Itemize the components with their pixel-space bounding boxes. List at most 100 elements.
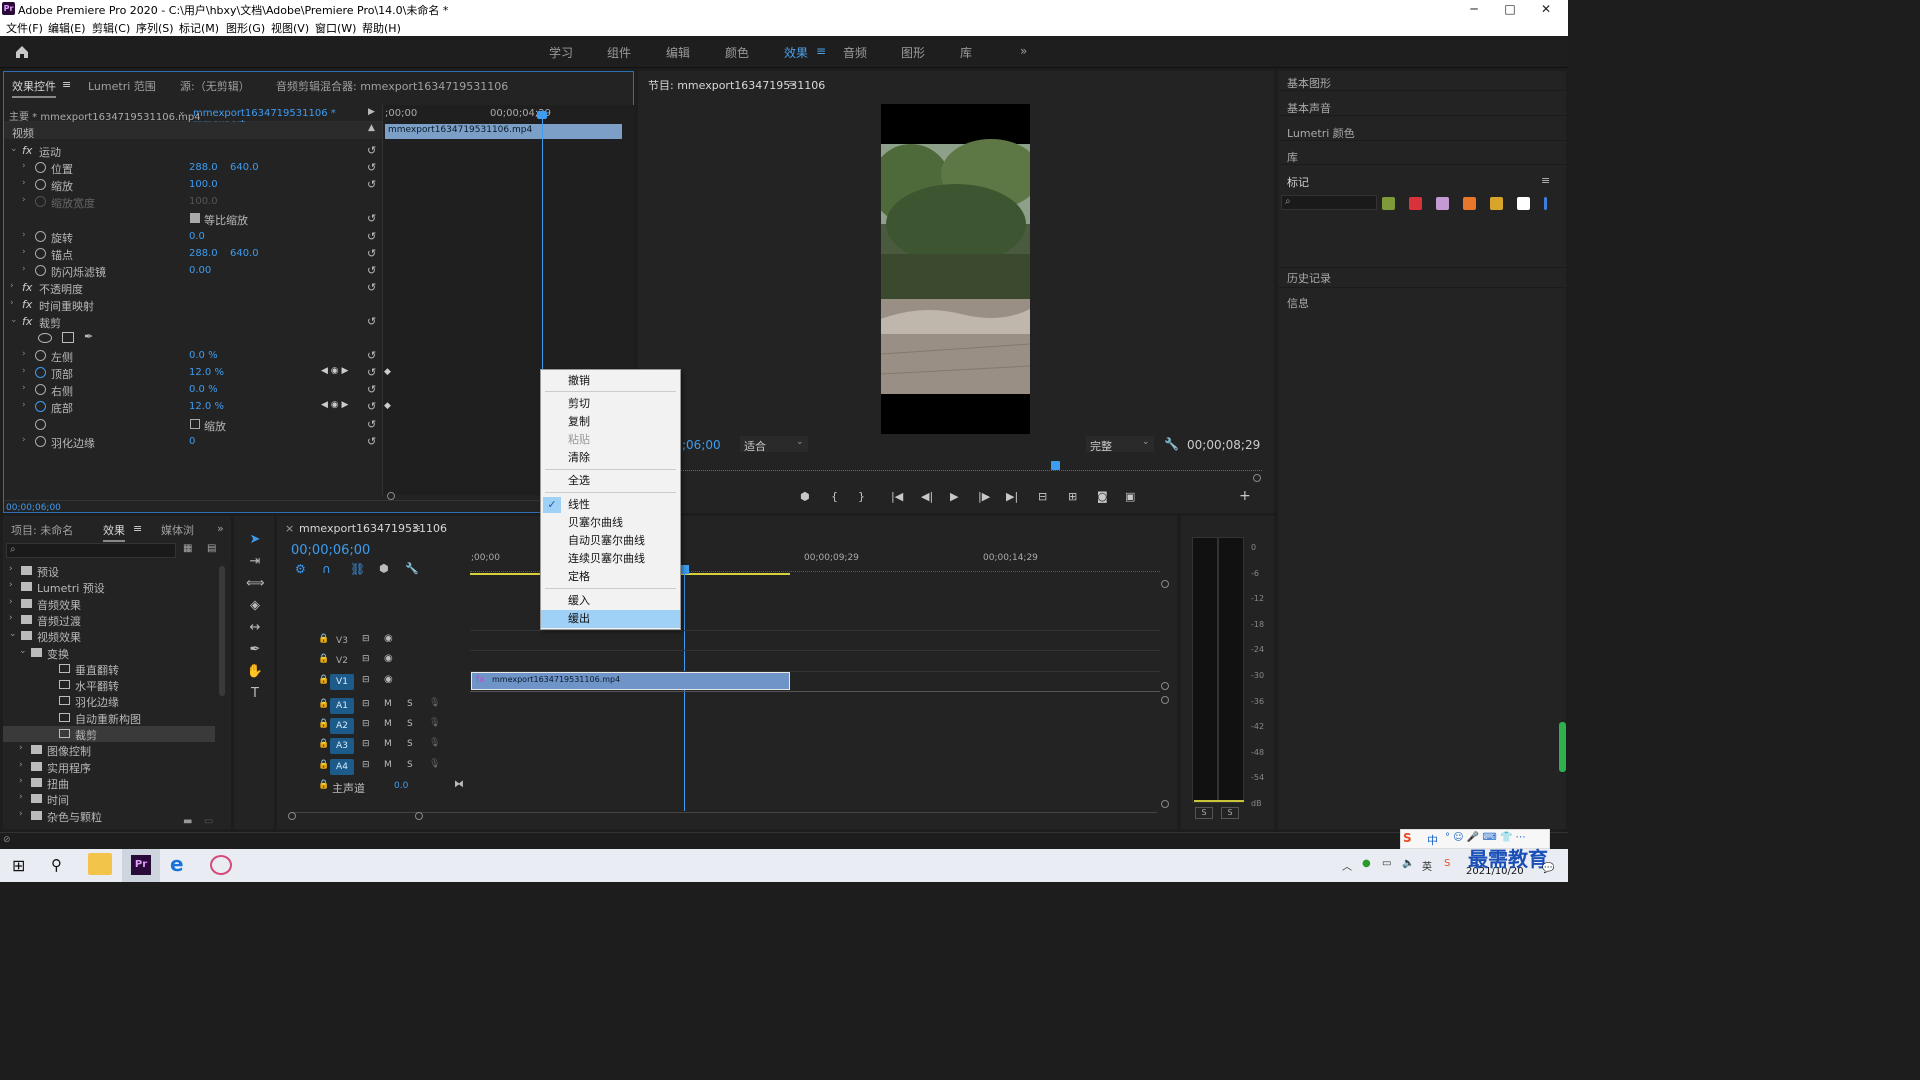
fx-icon[interactable]: fx [22,315,32,328]
context-menu-item[interactable]: 全选 [541,472,680,490]
zoom-handle[interactable] [387,492,395,500]
track-target-button[interactable]: A1 [330,698,354,714]
timeline-settings-icon[interactable]: 🔧 [405,562,419,575]
expand-chevron-icon[interactable]: › [22,400,26,410]
essential-sound-label[interactable]: 基本声音 [1287,100,1331,116]
context-menu-item[interactable]: 粘贴 [541,431,680,449]
track-target-button[interactable]: V1 [330,674,354,690]
folder-item[interactable]: › 时间 [3,791,215,807]
eye-icon[interactable]: ◉ [384,633,393,644]
markers-label[interactable]: 标记 [1287,174,1309,190]
ec-current-time[interactable]: 00;00;06;00 [6,503,61,513]
reset-icon[interactable]: ↺ [367,383,376,396]
tab-effects[interactable]: 效果 [103,522,125,542]
solo-right-button[interactable]: S [1221,807,1239,819]
effect-row[interactable]: › 缩放 100.0 ↺ [4,176,382,193]
expand-chevron-icon[interactable]: › [19,809,23,819]
context-menu-item[interactable]: 清除 [541,449,680,467]
lock-icon[interactable]: 🔒 [318,699,329,709]
workspace-color[interactable]: 颜色 [725,44,749,61]
expand-chevron-icon[interactable]: › [22,264,26,274]
play-icon[interactable]: ▶ [950,490,958,503]
lock-icon[interactable]: 🔒 [318,719,329,729]
context-menu-item[interactable]: 复制 [541,413,680,431]
voice-over-icon[interactable]: 🎙 [429,738,440,748]
more-tabs-icon[interactable]: » [217,522,224,535]
expand-chevron-icon[interactable]: › [22,230,26,240]
voice-over-icon[interactable]: 🎙 [429,718,440,728]
property-value[interactable]: 0.0 % [189,384,218,395]
tray-chevron-icon[interactable]: ︿ [1342,858,1352,873]
menu-window[interactable]: 窗口(W) [315,20,356,36]
expand-chevron-icon[interactable]: ⌄ [10,315,18,325]
context-menu-item[interactable]: 撤销 [541,372,680,390]
history-label[interactable]: 历史记录 [1287,270,1331,286]
sync-lock-icon[interactable]: ⊟ [362,699,370,709]
capture-app-icon[interactable] [210,855,232,875]
add-marker-icon[interactable]: ⬢ [800,490,810,503]
volume-icon[interactable]: 🔈 [1402,858,1414,869]
essential-graphics-label[interactable]: 基本图形 [1287,75,1331,91]
lock-icon[interactable]: 🔒 [318,654,329,664]
32bit-effects-icon[interactable]: ▤ [207,543,216,554]
snap-icon[interactable]: ∩ [322,562,331,576]
reset-icon[interactable]: ↺ [367,435,376,448]
effect-row[interactable]: ⌄ fx 运动 ↺ [4,142,382,159]
scroll-up-icon[interactable]: ▲ [368,123,375,133]
track-select-tool-icon[interactable]: ⇥ [246,554,264,572]
tab-audio-clip-mixer[interactable]: 音频剪辑混合器: mmexport1634719531106 [276,78,508,94]
track-target-button[interactable]: V2 [330,653,354,669]
menu-edit[interactable]: 编辑(E) [48,20,86,36]
reset-icon[interactable]: ↺ [367,400,376,413]
lumetri-color-label[interactable]: Lumetri 颜色 [1287,125,1355,141]
more-workspaces-icon[interactable]: » [1020,44,1027,58]
effect-row[interactable]: › fx 不透明度 ↺ [4,279,382,296]
expand-chevron-icon[interactable]: › [9,564,13,574]
keyframe-icon[interactable]: ◆ [384,367,391,377]
lock-icon[interactable]: 🔒 [318,739,329,749]
folder-item[interactable]: › 音频效果 [3,596,215,612]
timeline-title[interactable]: mmexport1634719531106 [299,522,447,535]
track-target-button[interactable]: A4 [330,759,354,775]
lock-icon[interactable]: 🔒 [318,780,329,790]
ime-tools-icon[interactable]: ° ☺ 🎤 ⌨ 👕 ⋯ [1445,832,1526,843]
libraries-label[interactable]: 库 [1287,149,1298,165]
accelerated-effects-icon[interactable]: ▦ [183,543,192,554]
property-value-2[interactable]: 640.0 [230,248,259,259]
selection-tool-icon[interactable]: ➤ [246,532,264,550]
expand-chevron-icon[interactable]: › [22,195,26,205]
keyframe-nav-icon[interactable]: ◀ ◉ ▶ [321,366,348,376]
keyframe-icon[interactable]: ◆ [384,401,391,411]
ime-mode[interactable]: 中 [1427,832,1438,848]
edge-browser-icon[interactable]: e [170,852,184,876]
libraries-header[interactable] [1278,145,1566,165]
track-target-button[interactable]: A2 [330,718,354,734]
menu-sequence[interactable]: 序列(S) [136,20,174,36]
vscroll-handle[interactable] [1161,580,1169,588]
workspace-assembly[interactable]: 组件 [607,44,631,61]
effects-scrollbar[interactable] [219,566,225,696]
effect-row[interactable]: › 右侧 0.0 % ↺ [4,381,382,398]
reset-icon[interactable]: ↺ [367,161,376,174]
property-value[interactable]: 0.0 [189,231,205,242]
tab-effect-controls[interactable]: 效果控件 [12,78,56,98]
stopwatch-icon[interactable] [35,179,46,191]
fx-icon[interactable]: fx [22,298,32,311]
expand-chevron-icon[interactable]: › [22,161,26,171]
expand-chevron-icon[interactable]: › [22,435,26,445]
solo-button[interactable]: S [407,699,413,709]
linked-selection-icon[interactable]: ⛓ [350,562,365,576]
folder-item[interactable]: › 音频过渡 [3,612,215,628]
lift-icon[interactable]: ⊟ [1038,490,1047,503]
stopwatch-icon[interactable] [35,196,46,208]
panel-menu-icon[interactable]: ≡ [62,78,71,91]
menu-file[interactable]: 文件(F) [6,20,43,36]
sync-lock-icon[interactable]: ⊟ [362,634,370,644]
effect-row[interactable]: 缩放 ↺ [4,416,382,433]
expand-chevron-icon[interactable]: › [19,776,23,786]
solo-button[interactable]: S [407,719,413,729]
reset-icon[interactable]: ↺ [367,247,376,260]
ellipse-mask-icon[interactable] [38,333,52,344]
marker-color-swatch[interactable] [1382,197,1395,210]
marker-color-swatch[interactable] [1544,197,1547,210]
